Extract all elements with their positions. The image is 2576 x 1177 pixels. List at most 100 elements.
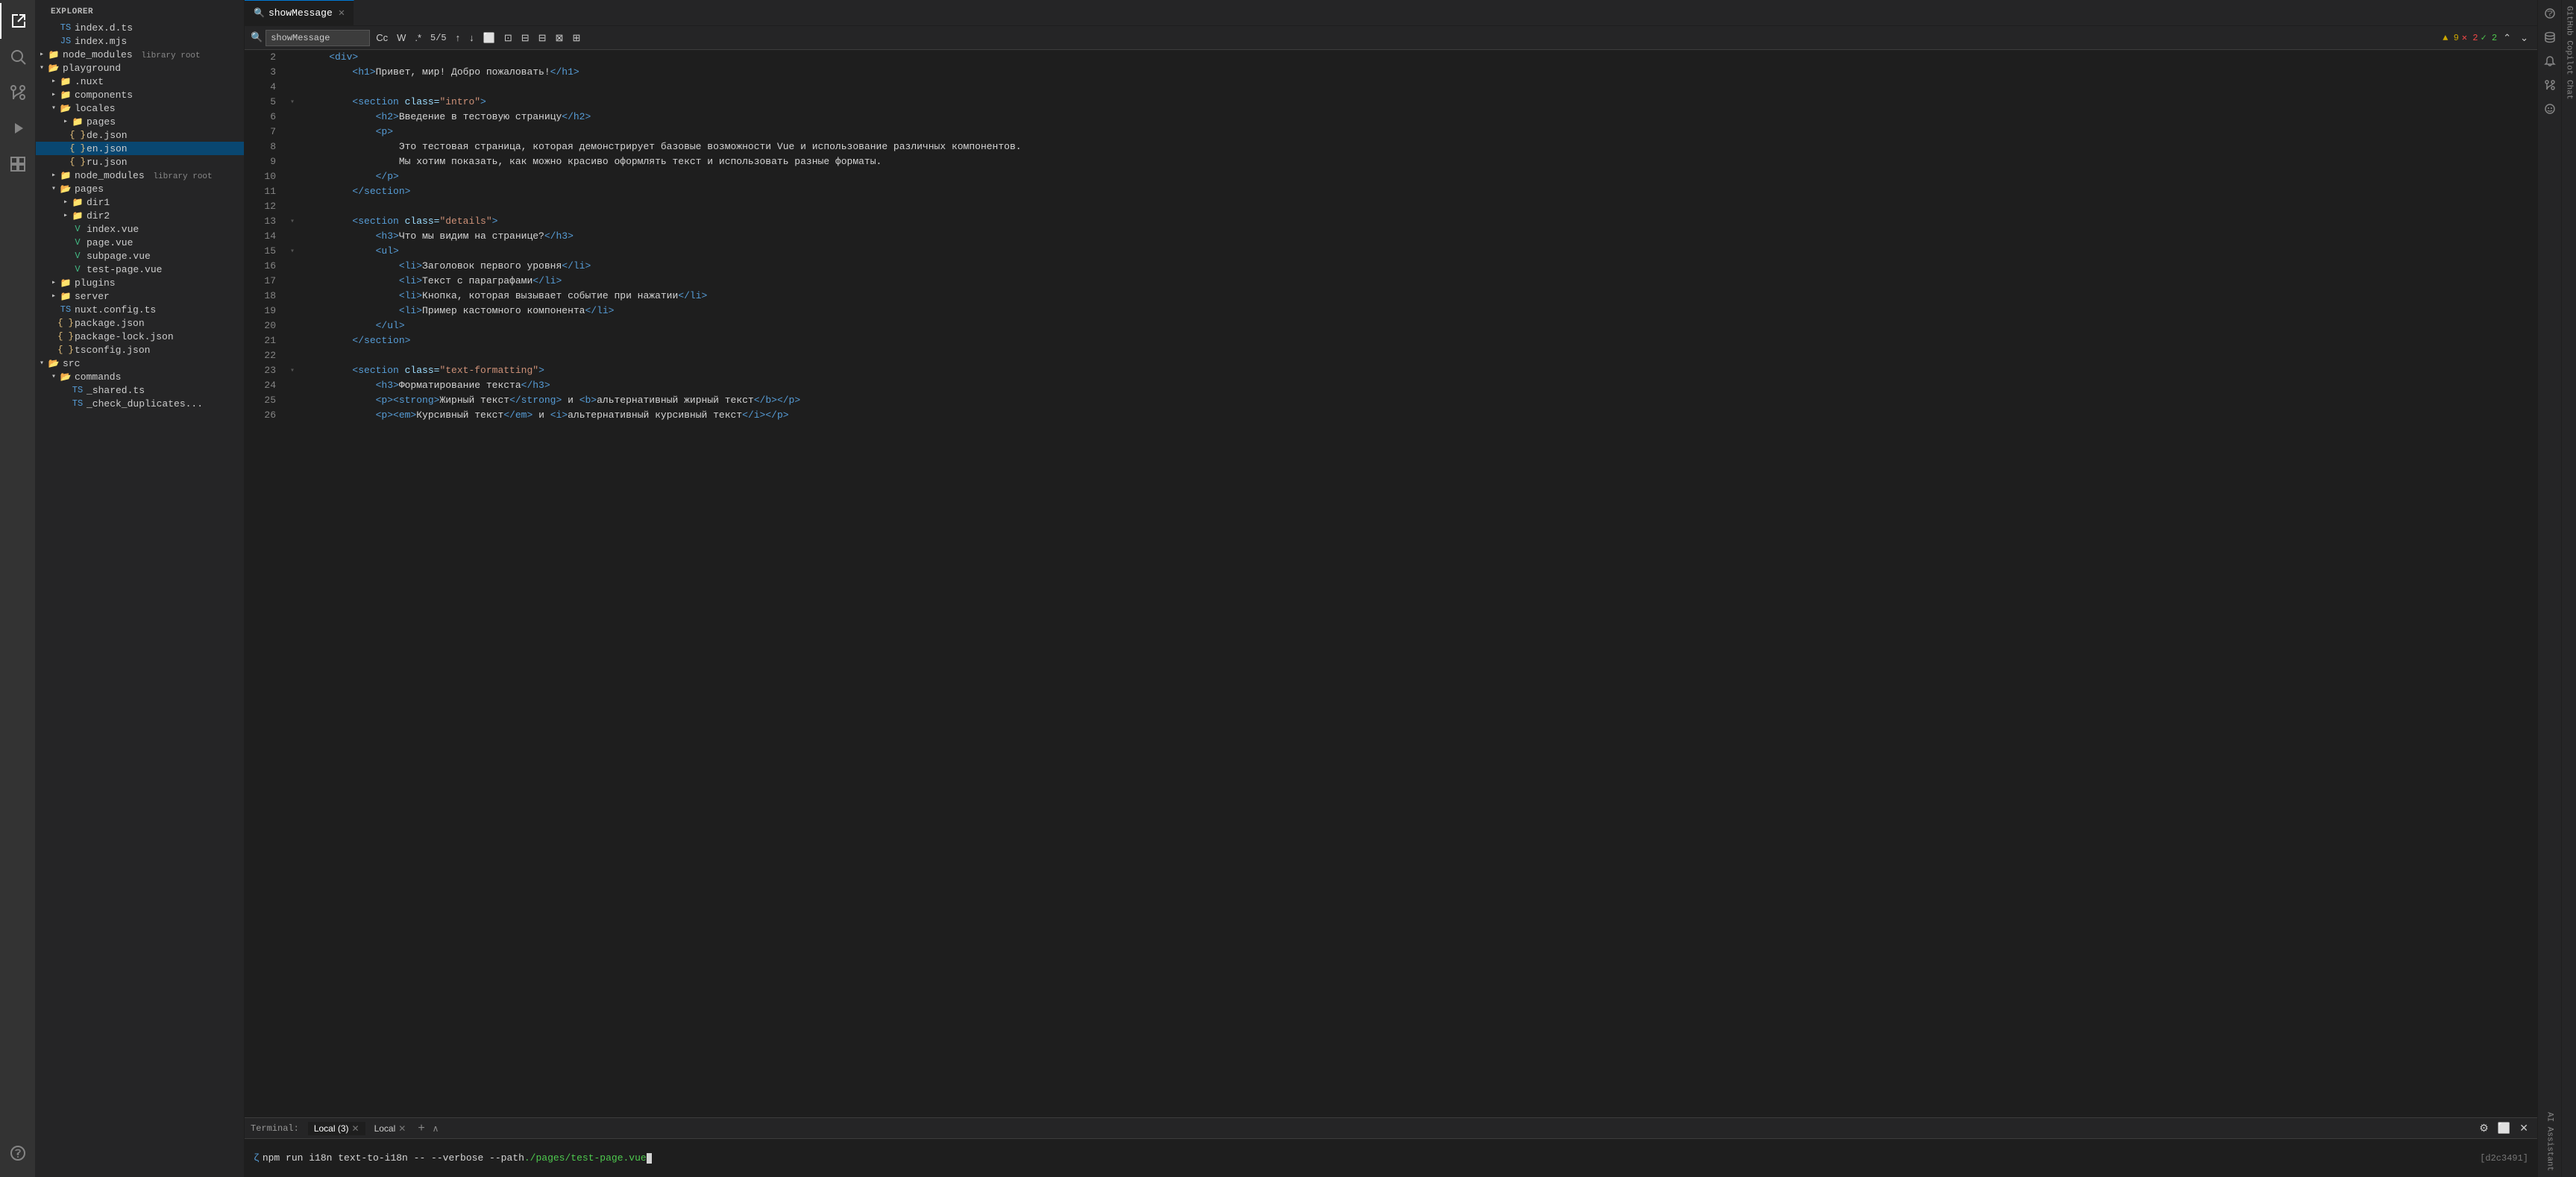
ts-file-icon: TS — [60, 22, 72, 34]
tree-item-node-modules-2[interactable]: 📁 node_modules library root — [36, 169, 244, 182]
fold-button[interactable]: ▾ — [282, 244, 303, 259]
tree-item-test-page-vue[interactable]: V test-page.vue — [36, 263, 244, 276]
regex-button[interactable]: .* — [412, 31, 424, 45]
json-file-icon: { } — [60, 317, 72, 329]
folder-icon: 📂 — [60, 102, 72, 114]
folder-icon: 📁 — [72, 116, 84, 128]
search-input[interactable] — [266, 30, 370, 46]
terminal-add-button[interactable]: + — [415, 1122, 427, 1135]
terminal-settings-button[interactable]: ⚙ — [2476, 1120, 2492, 1136]
code-token: </p> — [306, 169, 399, 184]
activity-bar-extensions[interactable] — [0, 146, 36, 182]
tree-item-package-lock-json[interactable]: { } package-lock.json — [36, 330, 244, 343]
line-numbers: 2 3 4 5 6 7 8 9 10 11 12 13 14 15 16 17 — [245, 50, 282, 1117]
line-num: 14 — [245, 229, 276, 244]
gutter-cell — [282, 304, 303, 318]
tree-item-shared-ts[interactable]: TS _shared.ts — [36, 383, 244, 397]
gutter-cell — [282, 80, 303, 95]
tree-item-de-json[interactable]: { } de.json — [36, 128, 244, 142]
activity-bar-explorer[interactable] — [0, 3, 36, 39]
folder-label: dir1 — [87, 197, 110, 208]
fold-button[interactable]: ▾ — [282, 95, 303, 110]
tree-item-subpage-vue[interactable]: V subpage.vue — [36, 249, 244, 263]
tree-item-index-d-ts[interactable]: TS index.d.ts — [36, 21, 244, 34]
case-sensitive-button[interactable]: Cc — [373, 31, 391, 45]
terminal-maximize-button[interactable]: ⬜ — [2495, 1120, 2513, 1136]
tree-item-nuxt[interactable]: 📁 .nuxt — [36, 75, 244, 88]
tree-item-commands[interactable]: 📂 commands — [36, 370, 244, 383]
tree-item-pages[interactable]: 📂 pages — [36, 182, 244, 195]
code-token: альтернативный жирный текст — [597, 393, 754, 408]
terminal-command: npm run i18n text-to-i18n -- --verbose -… — [263, 1152, 524, 1164]
collapse-all-button[interactable]: ⌃ — [2500, 31, 2514, 45]
tree-item-index-vue[interactable]: V index.vue — [36, 222, 244, 236]
terminal-tab-local3[interactable]: Local (3) ✕ — [308, 1122, 365, 1135]
pull-requests-icon[interactable] — [2539, 75, 2560, 95]
tree-item-node-modules-root[interactable]: 📁 node_modules library root — [36, 48, 244, 61]
prev-match-button[interactable]: ↑ — [453, 31, 464, 45]
tree-item-locales[interactable]: 📂 locales — [36, 101, 244, 115]
terminal-tab-close[interactable]: ✕ — [352, 1123, 359, 1134]
ai-assistant-vertical-label[interactable]: AI Assistant — [2544, 1106, 2556, 1177]
tab-close-button[interactable]: ✕ — [339, 8, 345, 19]
arrow-icon — [48, 169, 60, 181]
file-label: de.json — [87, 130, 128, 141]
search-tab-icon: 🔍 — [254, 7, 265, 19]
activity-bar-search[interactable] — [0, 39, 36, 75]
preserve-case-button[interactable]: ⊠ — [553, 31, 567, 45]
code-line-24: <h3>Форматирование текста</h3> — [306, 378, 2527, 393]
tab-show-message[interactable]: 🔍 showMessage ✕ — [245, 0, 354, 26]
tree-item-ru-json[interactable]: { } ru.json — [36, 155, 244, 169]
activity-bar-run[interactable] — [0, 110, 36, 146]
tree-item-pages-locales[interactable]: 📁 pages — [36, 115, 244, 128]
match-whole-file-button[interactable]: ⊟ — [518, 31, 533, 45]
tree-item-dir1[interactable]: 📁 dir1 — [36, 195, 244, 209]
tree-item-dir2[interactable]: 📁 dir2 — [36, 209, 244, 222]
github-copilot-label[interactable]: GitHub Copilot Chat — [2563, 0, 2575, 105]
fold-button[interactable]: ▾ — [282, 363, 303, 378]
filter-results-button[interactable]: ⊟ — [535, 31, 550, 45]
code-token: <h2> — [306, 110, 399, 125]
terminal-close-button[interactable]: ✕ — [2516, 1120, 2531, 1136]
github-copilot-icon[interactable] — [2539, 98, 2560, 119]
terminal-chevron-button[interactable]: ∧ — [431, 1123, 441, 1134]
code-line-7: <p> — [306, 125, 2527, 139]
ai-assistant-icon[interactable] — [2539, 3, 2560, 24]
whole-word-button[interactable]: W — [394, 31, 409, 45]
notifications-icon[interactable] — [2539, 51, 2560, 72]
tree-item-server[interactable]: 📁 server — [36, 289, 244, 303]
terminal-tab-close[interactable]: ✕ — [398, 1123, 406, 1134]
tree-item-nuxt-config[interactable]: TS nuxt.config.ts — [36, 303, 244, 316]
code-token: <p><strong> — [306, 393, 439, 408]
in-selection-button[interactable]: ⊡ — [501, 31, 515, 45]
tree-item-check-dup[interactable]: TS _check_duplicates... — [36, 397, 244, 410]
tree-item-plugins[interactable]: 📁 plugins — [36, 276, 244, 289]
expand-all-button[interactable]: ⌄ — [2517, 31, 2531, 45]
tree-item-package-json[interactable]: { } package.json — [36, 316, 244, 330]
tree-item-en-json[interactable]: { } en.json — [36, 142, 244, 155]
tree-item-components[interactable]: 📁 components — [36, 88, 244, 101]
code-token: </h3> — [521, 378, 550, 393]
ok-count: ✓ 2 — [2481, 32, 2498, 43]
code-line-25: <p><strong>Жирный текст</strong> и <b>ал… — [306, 393, 2527, 408]
database-icon[interactable] — [2539, 27, 2560, 48]
tree-item-index-mjs[interactable]: JS index.mjs — [36, 34, 244, 48]
tree-item-page-vue[interactable]: V page.vue — [36, 236, 244, 249]
code-line-18: <li>Кнопка, которая вызывает событие при… — [306, 289, 2527, 304]
file-label: index.vue — [87, 224, 139, 235]
code-content[interactable]: <div> <h1>Привет, мир! Добро пожаловать!… — [303, 50, 2527, 1117]
tree-item-tsconfig-json[interactable]: { } tsconfig.json — [36, 343, 244, 357]
tree-item-playground[interactable]: 📂 playground — [36, 61, 244, 75]
filter-icon-button[interactable]: ⊞ — [569, 31, 583, 45]
code-line-2: <div> — [306, 50, 2527, 65]
activity-bar-bottom — [0, 1135, 36, 1171]
activity-bar-source-control[interactable] — [0, 75, 36, 110]
code-token: и — [562, 393, 579, 408]
fold-button[interactable]: ▾ — [282, 214, 303, 229]
search-icon: 🔍 — [251, 32, 263, 43]
terminal-tab-local[interactable]: Local ✕ — [368, 1122, 412, 1135]
tree-item-src[interactable]: 📂 src — [36, 357, 244, 370]
toggle-replace-button[interactable]: ⬜ — [480, 31, 498, 45]
next-match-button[interactable]: ↓ — [466, 31, 477, 45]
activity-bar-copilot[interactable] — [0, 1135, 36, 1171]
